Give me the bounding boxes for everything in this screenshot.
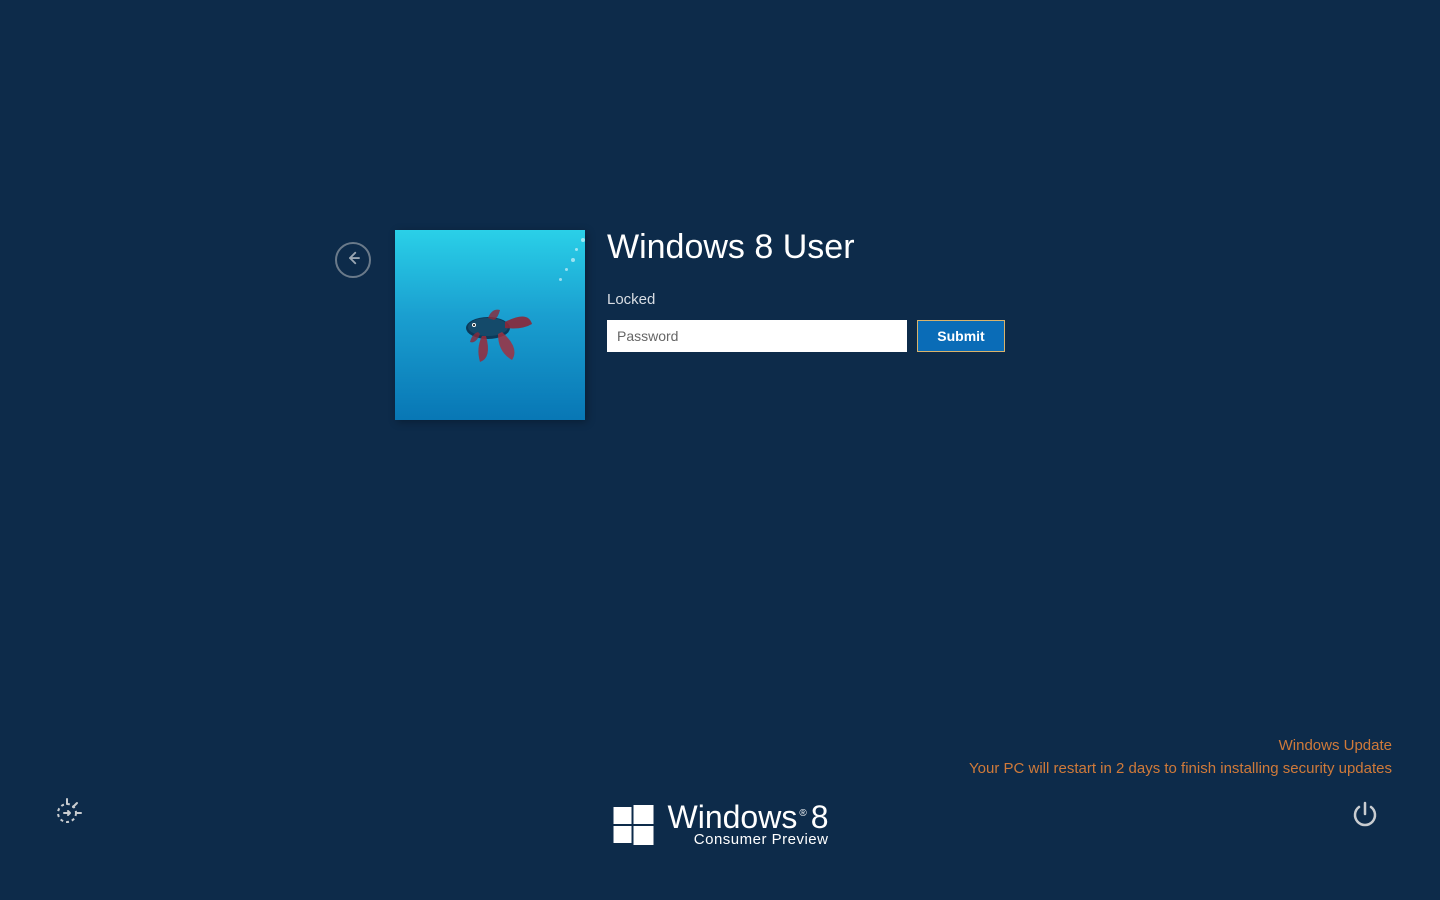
- arrow-left-icon: [344, 249, 362, 272]
- update-notice: Windows Update Your PC will restart in 2…: [969, 735, 1392, 780]
- login-panel: Windows 8 User Locked Submit: [335, 230, 1005, 420]
- ease-of-access-icon: [50, 817, 84, 834]
- back-button[interactable]: [335, 242, 371, 278]
- betta-fish-image: [450, 300, 540, 375]
- user-avatar: [395, 230, 585, 420]
- windows-brand: Windows®8 Consumer Preview: [612, 801, 829, 848]
- power-button[interactable]: [1350, 800, 1380, 830]
- power-icon: [1350, 817, 1380, 834]
- username-label: Windows 8 User: [607, 228, 1005, 267]
- user-info: Windows 8 User Locked Submit: [607, 230, 1005, 352]
- brand-title: Windows®8: [668, 801, 829, 833]
- windows-logo-icon: [612, 803, 656, 847]
- lock-status-label: Locked: [607, 291, 1005, 308]
- ease-of-access-button[interactable]: [50, 796, 84, 830]
- submit-button[interactable]: Submit: [917, 320, 1005, 352]
- password-row: Submit: [607, 320, 1005, 352]
- brand-subtitle: Consumer Preview: [668, 831, 829, 848]
- update-notice-title: Windows Update: [969, 735, 1392, 758]
- update-notice-message: Your PC will restart in 2 days to finish…: [969, 758, 1392, 781]
- password-input[interactable]: [607, 320, 907, 352]
